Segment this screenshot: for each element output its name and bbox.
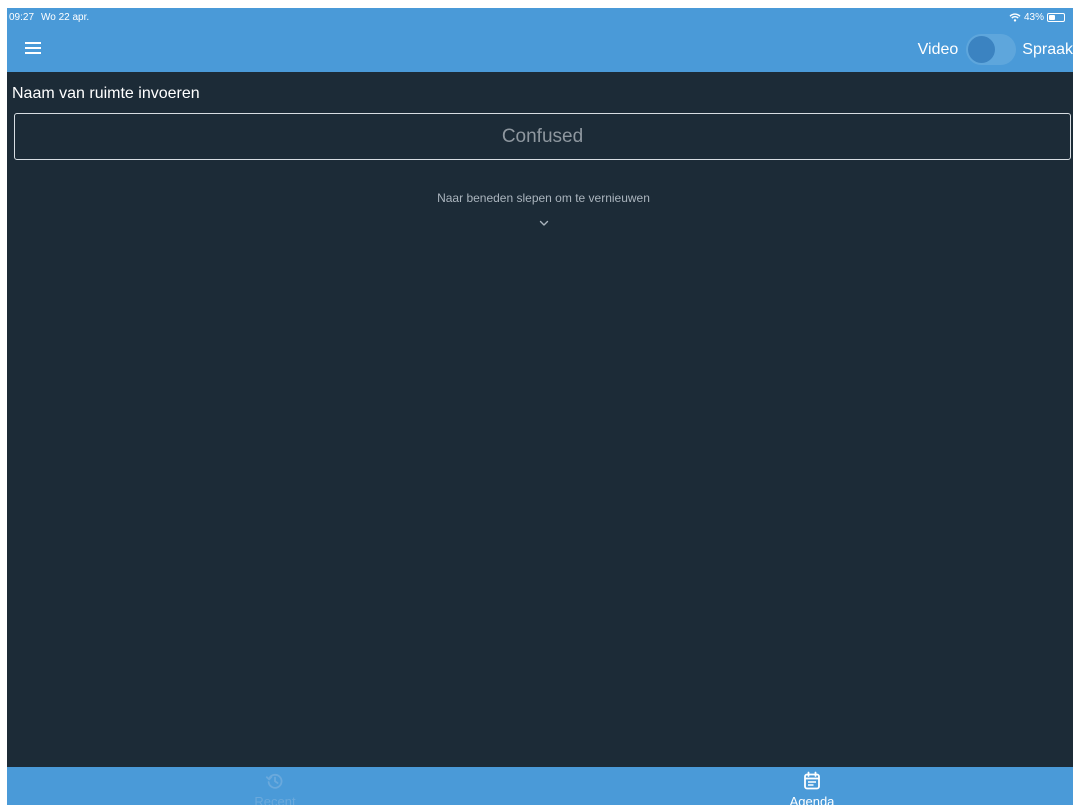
- calendar-icon: [803, 771, 821, 796]
- status-indicators: 43%: [1009, 8, 1065, 27]
- room-name-input[interactable]: [15, 114, 1070, 159]
- mode-switch-group: Video Spraak: [918, 27, 1073, 72]
- status-date: Wo 22 apr.: [41, 12, 90, 23]
- tab-recent-label: Recent: [254, 794, 296, 805]
- toggle-knob: [968, 36, 996, 63]
- nav-bar: Video Spraak: [7, 27, 1073, 72]
- battery-icon: [1047, 13, 1065, 22]
- battery-percentage: 43%: [1023, 12, 1044, 23]
- room-name-field: [14, 113, 1071, 160]
- app-screen: 09:27 Wo 22 apr. 43% Video Spraak Naam v…: [7, 8, 1073, 805]
- chevron-down-icon: [539, 214, 549, 232]
- tab-recent[interactable]: Recent: [215, 767, 335, 805]
- history-icon: [265, 771, 285, 796]
- video-spraak-toggle[interactable]: [966, 34, 1017, 65]
- wifi-icon: [1009, 13, 1021, 22]
- pull-to-refresh-hint: Naar beneden slepen om te vernieuwen: [437, 191, 650, 205]
- tab-bar: Recent Agenda: [7, 767, 1073, 805]
- status-time: 09:27: [9, 12, 35, 23]
- tab-agenda[interactable]: Agenda: [752, 767, 872, 805]
- spraak-label: Spraak: [1022, 40, 1073, 58]
- hamburger-menu-icon[interactable]: [25, 41, 41, 55]
- tab-agenda-label: Agenda: [789, 794, 835, 805]
- battery-level-fill: [1049, 15, 1055, 20]
- room-name-label: Naam van ruimte invoeren: [12, 85, 200, 102]
- status-bar: 09:27 Wo 22 apr. 43%: [7, 8, 1073, 27]
- video-label: Video: [917, 40, 959, 58]
